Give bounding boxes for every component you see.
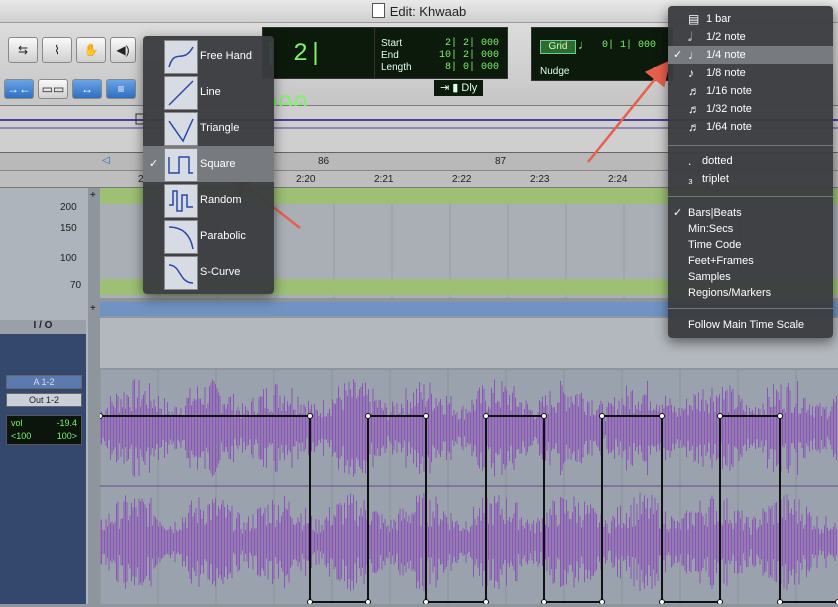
menu-item-free-hand[interactable]: Free Hand [143,38,274,74]
grid-item-label: 1/32 note [706,100,752,118]
grid-item-label: 1/4 note [706,46,746,64]
menu-item-label: Square [200,158,235,170]
freehand-curve-icon [164,40,198,74]
menu-item-label: Triangle [200,122,239,134]
menu-separator [668,196,833,197]
grid-item-label: Follow Main Time Scale [688,316,804,334]
menu-item-label: Random [200,194,242,206]
grid-item-sixteenth-note[interactable]: ♬ 1/16 note [668,82,833,100]
menu-item-square[interactable]: ✓ Square [143,146,274,182]
checkmark-icon: ✓ [673,46,682,64]
grid-item-dotted[interactable]: . dotted [668,152,833,170]
grid-value-menu: ▤ 1 bar 𝅗𝅥 1/2 note ✓ ♩ 1/4 note ♪ 1/8 note ♬… [668,6,833,338]
grid-item-follow-main-time-scale[interactable]: Follow Main Time Scale [668,316,833,334]
grid-item-half-note[interactable]: 𝅗𝅥 1/2 note [668,28,833,46]
grid-item-label: 1/64 note [706,118,752,136]
grid-item-thirty-second-note[interactable]: ♬ 1/32 note [668,100,833,118]
menu-item-random[interactable]: Random [143,182,274,218]
menu-item-triangle[interactable]: Triangle [143,110,274,146]
line-icon [164,76,198,110]
dotted-icon: . [688,152,691,170]
menu-item-label: Line [200,86,221,98]
bar-icon: ▤ [688,10,699,28]
triangle-wave-icon [164,112,198,146]
grid-item-label: Regions/Markers [688,284,771,302]
s-curve-icon [164,256,198,290]
grid-item-label: 1/8 note [706,64,746,82]
menu-separator [668,145,833,146]
pencil-shape-menu: Free Hand Line Triangle ✓ Square Random … [143,36,274,294]
grid-item-label: dotted [702,152,733,170]
menu-separator [668,308,833,309]
triplet-icon: ₃ [688,170,693,188]
parabolic-curve-icon [164,220,198,254]
grid-item-label: 1/2 note [706,28,746,46]
eighth-note-icon: ♪ [688,64,694,82]
grid-item-quarter-note[interactable]: ✓ ♩ 1/4 note [668,46,833,64]
menu-item-label: Parabolic [200,230,246,242]
random-wave-icon [164,184,198,218]
grid-item-triplet[interactable]: ₃ triplet [668,170,833,188]
sixteenth-note-icon: ♬ [688,82,700,100]
checkmark-icon: ✓ [149,157,158,170]
menu-item-line[interactable]: Line [143,74,274,110]
square-wave-icon [164,148,198,182]
grid-item-label: 1 bar [706,10,731,28]
thirty-second-note-icon: ♬ [688,100,700,118]
half-note-icon: 𝅗𝅥 [688,28,692,46]
grid-item-label: 1/16 note [706,82,752,100]
sixty-fourth-note-icon: ♬ [688,118,700,136]
grid-item-sixty-fourth-note[interactable]: ♬ 1/64 note [668,118,833,136]
grid-item-1-bar[interactable]: ▤ 1 bar [668,10,833,28]
quarter-note-icon: ♩ [688,46,700,64]
menu-item-parabolic[interactable]: Parabolic [143,218,274,254]
menu-item-label: S-Curve [200,266,240,278]
menu-item-s-curve[interactable]: S-Curve [143,254,274,290]
menu-item-label: Free Hand [200,50,252,62]
grid-item-regions-markers[interactable]: Regions/Markers [668,284,833,302]
arrow-to-quarter-note [588,68,664,162]
grid-item-eighth-note[interactable]: ♪ 1/8 note [668,64,833,82]
grid-item-label: triplet [702,170,729,188]
